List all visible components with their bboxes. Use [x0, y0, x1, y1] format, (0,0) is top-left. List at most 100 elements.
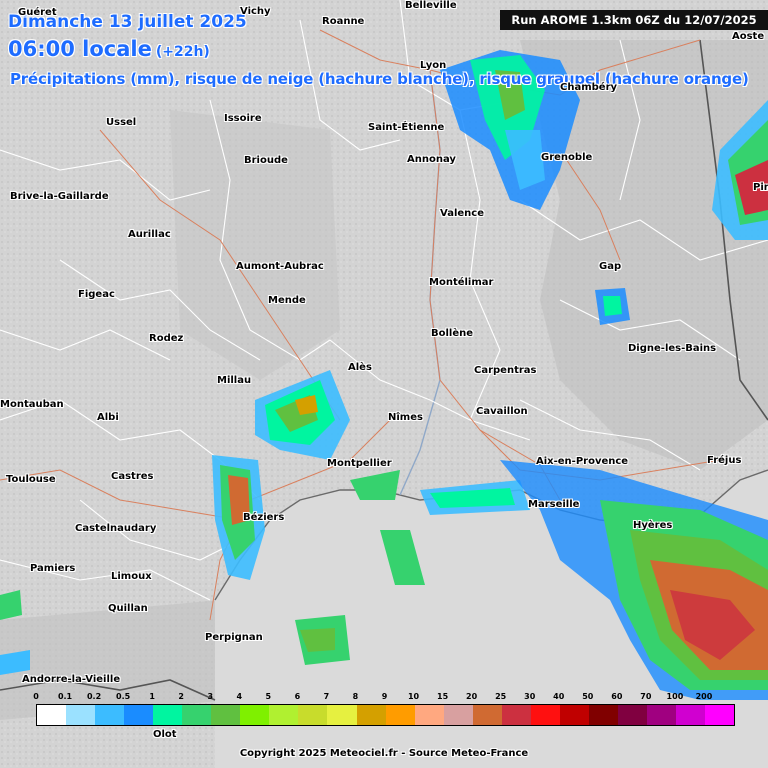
city-label: Guéret: [18, 7, 57, 18]
map-time-title: 06:00 locale (+22h): [8, 37, 210, 61]
legend-swatch: [182, 705, 212, 725]
legend-label: 0.2: [86, 692, 102, 701]
legend-swatch: [385, 705, 415, 725]
city-label: Castres: [111, 471, 154, 482]
city-label: Montpellier: [327, 458, 392, 469]
legend-label: 7: [323, 692, 330, 701]
city-label: Lyon: [420, 60, 447, 71]
legend-swatch: [472, 705, 502, 725]
city-label: Issoire: [224, 113, 262, 124]
legend-swatch: [705, 705, 735, 725]
forecast-offset: (+22h): [155, 44, 210, 60]
map-description: Précipitations (mm), risque de neige (ha…: [10, 70, 749, 88]
city-label: Fréjus: [707, 455, 742, 466]
city-label: Valence: [440, 208, 484, 219]
legend-label: 10: [407, 692, 420, 701]
legend-swatch: [530, 705, 560, 725]
city-label: Perpignan: [205, 632, 263, 643]
city-label: Pamiers: [30, 563, 76, 574]
city-label: Belleville: [405, 0, 457, 11]
legend-label: 200: [695, 692, 713, 701]
legend-swatch: [443, 705, 473, 725]
legend-label: 40: [553, 692, 565, 701]
city-label: Aumont-Aubrac: [236, 261, 324, 272]
city-label: Brive-la-Gaillarde: [10, 191, 109, 202]
legend-swatch: [298, 705, 328, 725]
legend-swatch: [327, 705, 357, 725]
legend-label: 0.5: [116, 692, 131, 701]
legend-label: 100: [666, 692, 684, 701]
city-label: Montélimar: [429, 277, 494, 288]
city-label: Olot: [153, 729, 177, 740]
legend-label: 2: [178, 692, 184, 701]
city-label: Pin: [753, 182, 768, 193]
legend-label: 1: [149, 692, 155, 701]
city-label: Béziers: [243, 512, 285, 523]
legend-swatch: [617, 705, 647, 725]
legend-label: 4: [236, 692, 243, 701]
legend-swatch: [646, 705, 677, 725]
legend-swatch: [240, 705, 270, 725]
copyright-text: Copyright 2025 Meteociel.fr - Source Met…: [239, 748, 529, 759]
local-time: 06:00 locale: [8, 37, 152, 61]
city-label: Hyères: [633, 520, 673, 531]
city-label: Cavaillon: [476, 406, 528, 417]
city-label: Quillan: [108, 603, 148, 614]
city-label: Mende: [268, 295, 306, 306]
city-label: Grenoble: [541, 152, 593, 163]
weather-map: Dimanche 13 juillet 2025 06:00 locale (+2…: [0, 0, 768, 768]
city-label: Aurillac: [128, 229, 171, 240]
legend-label: 50: [582, 692, 594, 701]
legend-label: 25: [495, 692, 507, 701]
city-label: Roanne: [322, 16, 365, 27]
city-label: Gap: [599, 261, 622, 272]
legend-swatch: [676, 705, 706, 725]
city-label: Albi: [97, 412, 119, 423]
legend-swatch: [501, 705, 531, 725]
city-label: Castelnaudary: [75, 523, 157, 534]
legend-swatch: [153, 705, 183, 725]
legend-label: 20: [466, 692, 478, 701]
model-run-label: Run AROME 1.3km 06Z du 12/07/2025: [500, 10, 768, 30]
city-label: Ussel: [106, 117, 137, 128]
legend-label: 3: [207, 692, 214, 701]
legend-swatch: [269, 705, 299, 725]
city-label: Saint-Étienne: [368, 122, 445, 133]
map-canvas: [0, 0, 768, 768]
city-label: Alès: [348, 362, 372, 373]
city-label: Annonay: [407, 154, 456, 165]
city-label: Millau: [217, 375, 252, 386]
legend-swatch: [559, 705, 589, 725]
city-label: Aoste: [732, 31, 765, 42]
legend-swatch: [37, 705, 67, 725]
city-label: Limoux: [111, 571, 152, 582]
legend-swatch: [414, 705, 444, 725]
legend-swatch: [211, 705, 241, 725]
legend-label: 30: [524, 692, 536, 701]
legend-label: 60: [611, 692, 623, 701]
city-label: Aix-en-Provence: [536, 456, 629, 467]
legend-label: 70: [640, 692, 652, 701]
legend-label: 0: [33, 692, 39, 701]
city-label: Nîmes: [388, 412, 423, 423]
legend-swatch: [124, 705, 154, 725]
legend-swatch: [356, 705, 386, 725]
city-label: Digne-les-Bains: [628, 343, 717, 354]
city-label: Figeac: [78, 289, 115, 300]
legend-label: 15: [437, 692, 449, 701]
legend-swatch: [588, 705, 618, 725]
city-label: Carpentras: [474, 365, 537, 376]
legend-label: 5: [265, 692, 272, 701]
city-label: Rodez: [149, 333, 184, 344]
legend-label: 8: [352, 692, 359, 701]
legend-swatch: [66, 705, 96, 725]
city-label: Toulouse: [6, 474, 56, 485]
city-label: Chambéry: [560, 82, 618, 93]
legend-label: 0.1: [57, 692, 73, 701]
city-label: Brioude: [244, 155, 288, 166]
city-label: Bollène: [431, 328, 474, 339]
city-label: Montauban: [0, 399, 64, 410]
city-label: Andorre-la-Vieille: [22, 674, 121, 685]
legend-label: 9: [381, 692, 388, 701]
city-label: Marseille: [528, 499, 580, 510]
